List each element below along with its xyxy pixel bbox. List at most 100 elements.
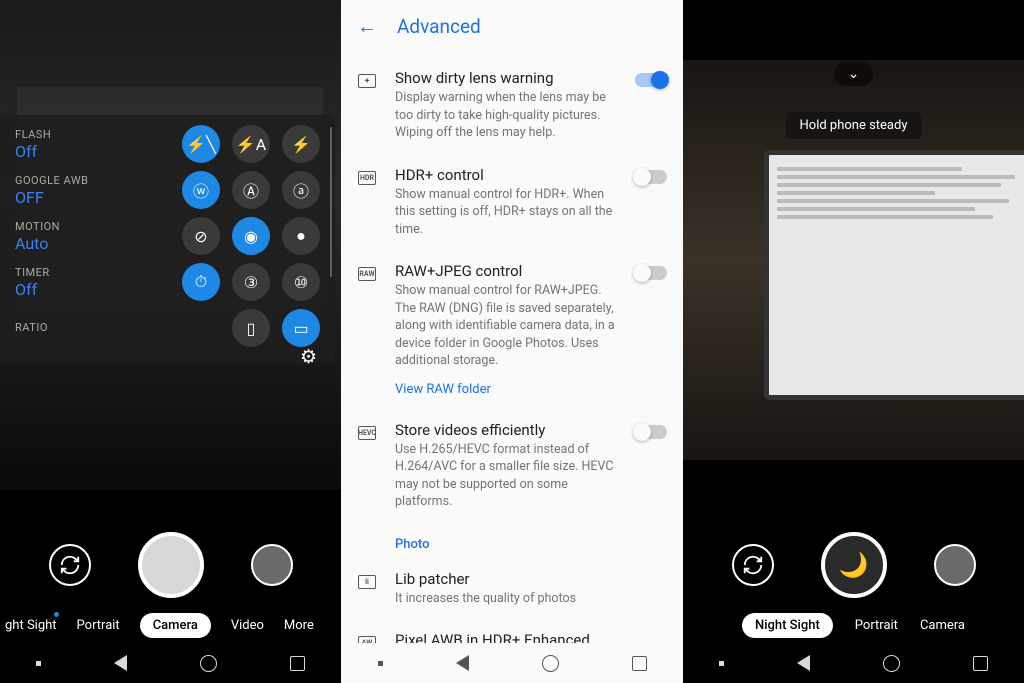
gallery-preview-button[interactable] [251,544,293,586]
page-title: Advanced [397,15,481,38]
mode-camera[interactable]: Camera [140,613,211,638]
awb-auto-button[interactable]: Ⓐ [232,171,270,209]
setting-row-google-awb: GOOGLE AWBOFF ⓦ Ⓐⓐ [15,171,320,209]
nav-recents-icon[interactable] [290,656,305,671]
setting-description: Show manual control for HDR+. When this … [395,186,617,239]
gallery-preview-button[interactable] [934,544,976,586]
expand-chevron-icon[interactable]: ⌄ [834,62,874,86]
setting-title: Store videos efficiently [395,421,617,439]
camera-controls [0,532,341,598]
shutter-button[interactable] [138,532,204,598]
toggle-switch[interactable] [635,425,667,439]
setting-item[interactable]: AW Pixel AWB in HDR+ Enhanced Pixel 3 [341,619,683,643]
flash-on-button[interactable]: ⚡ [282,125,320,163]
section-header: Photo [341,523,683,558]
camera-controls: 🌙 [683,532,1024,598]
nav-indicator [719,661,724,666]
setting-row-motion: MOTIONAuto ⊘ ◉ ● [15,217,320,255]
setting-icon: HEVC [357,423,377,443]
nav-back-icon[interactable] [797,655,810,671]
setting-description: Show manual control for RAW+JPEG. The RA… [395,282,617,370]
scroll-indicator [330,127,332,277]
toggle-switch[interactable] [635,170,667,184]
setting-row-timer: TIMEROff ⏱ ③⑩ [15,263,320,301]
nav-home-icon[interactable] [883,655,900,672]
mode-indicator-dot [54,612,59,617]
setting-label: FLASH [15,128,110,141]
setting-item[interactable]: li Lib patcher It increases the quality … [341,558,683,620]
setting-row-flash: FLASHOff ⚡╲ ⚡A ⚡ [15,125,320,163]
motion-auto-button[interactable]: ◉ [232,217,270,255]
setting-title: Lib patcher [395,570,667,588]
awb-on-button[interactable]: ⓐ [282,171,320,209]
navigation-bar [341,643,683,683]
setting-label: MOTION [15,220,110,233]
setting-icon: ✦ [357,71,377,91]
nav-home-icon[interactable] [200,655,217,672]
setting-item[interactable]: RAW RAW+JPEG control Show manual control… [341,250,683,409]
mode-portrait[interactable]: Portrait [855,618,898,633]
back-arrow-icon[interactable]: ← [357,14,377,39]
mode-selector[interactable]: ght Sight Portrait Camera Video More [0,613,341,638]
viewfinder-laptop [764,150,1024,400]
timer-off-button[interactable]: ⏱ [182,263,220,301]
nav-recents-icon[interactable] [632,656,647,671]
setting-icon: HDR [357,168,377,188]
nav-recents-icon[interactable] [973,656,988,671]
mode-ght-sight[interactable]: ght Sight [5,618,57,633]
awb-off-button[interactable]: ⓦ [182,171,220,209]
setting-description: Display warning when the lens may be too… [395,89,617,142]
mode-more[interactable]: More [284,618,314,633]
motion-off-button[interactable]: ⊘ [182,217,220,255]
setting-title: Show dirty lens warning [395,69,617,87]
navigation-bar [683,643,1024,683]
nav-indicator [378,661,383,666]
settings-header: ← Advanced [341,0,683,53]
timer-10-button[interactable]: ⑩ [282,263,320,301]
mode-night-sight[interactable]: Night Sight [742,613,833,638]
toggle-switch[interactable] [635,266,667,280]
nav-home-icon[interactable] [542,655,559,672]
mode-portrait[interactable]: Portrait [77,618,120,633]
steady-hint: Hold phone steady [786,112,922,139]
setting-value: OFF [15,188,110,207]
quick-settings-panel: FLASHOff⚡╲⚡A⚡GOOGLE AWBOFFⓦⒶⓐMOTIONAuto⊘… [0,115,335,363]
motion-on-button[interactable]: ● [282,217,320,255]
nav-back-icon[interactable] [114,655,127,671]
ratio-1-button[interactable]: ▯ [232,309,270,347]
flash-auto-button[interactable]: ⚡A [232,125,270,163]
setting-row-ratio: RATIO ▯ ▭ [15,309,320,347]
flash-off-button[interactable]: ⚡╲ [182,125,220,163]
setting-label: TIMER [15,266,110,279]
setting-title: RAW+JPEG control [395,262,617,280]
setting-label: RATIO [15,321,110,334]
setting-item[interactable]: ✦ Show dirty lens warning Display warnin… [341,57,683,154]
settings-gear-icon[interactable]: ⚙ [300,345,317,368]
nav-back-icon[interactable] [456,655,469,671]
setting-icon: AW [357,633,377,643]
mode-video[interactable]: Video [231,618,264,633]
setting-title: HDR+ control [395,166,617,184]
setting-icon: li [357,572,377,592]
mode-camera[interactable]: Camera [920,618,965,633]
mode-selector[interactable]: Night Sight Portrait Camera [683,613,1024,638]
setting-value: Off [15,142,110,161]
setting-title: Pixel AWB in HDR+ Enhanced [395,631,667,643]
setting-link[interactable]: View RAW folder [395,382,617,397]
setting-description: It increases the quality of photos [395,590,667,608]
nav-indicator [36,661,41,666]
night-shutter-button[interactable]: 🌙 [821,532,887,598]
timer-3-button[interactable]: ③ [232,263,270,301]
navigation-bar [0,643,341,683]
setting-item[interactable]: HEVC Store videos efficiently Use H.265/… [341,409,683,523]
toggle-switch[interactable] [635,73,667,87]
setting-value: Auto [15,234,110,253]
switch-camera-button[interactable] [49,544,91,586]
settings-list[interactable]: ✦ Show dirty lens warning Display warnin… [341,53,683,643]
ratio-2-button[interactable]: ▭ [282,309,320,347]
switch-camera-button[interactable] [732,544,774,586]
setting-item[interactable]: HDR HDR+ control Show manual control for… [341,154,683,251]
setting-value: Off [15,280,110,299]
setting-label: GOOGLE AWB [15,174,110,187]
setting-description: Use H.265/HEVC format instead of H.264/A… [395,441,617,511]
